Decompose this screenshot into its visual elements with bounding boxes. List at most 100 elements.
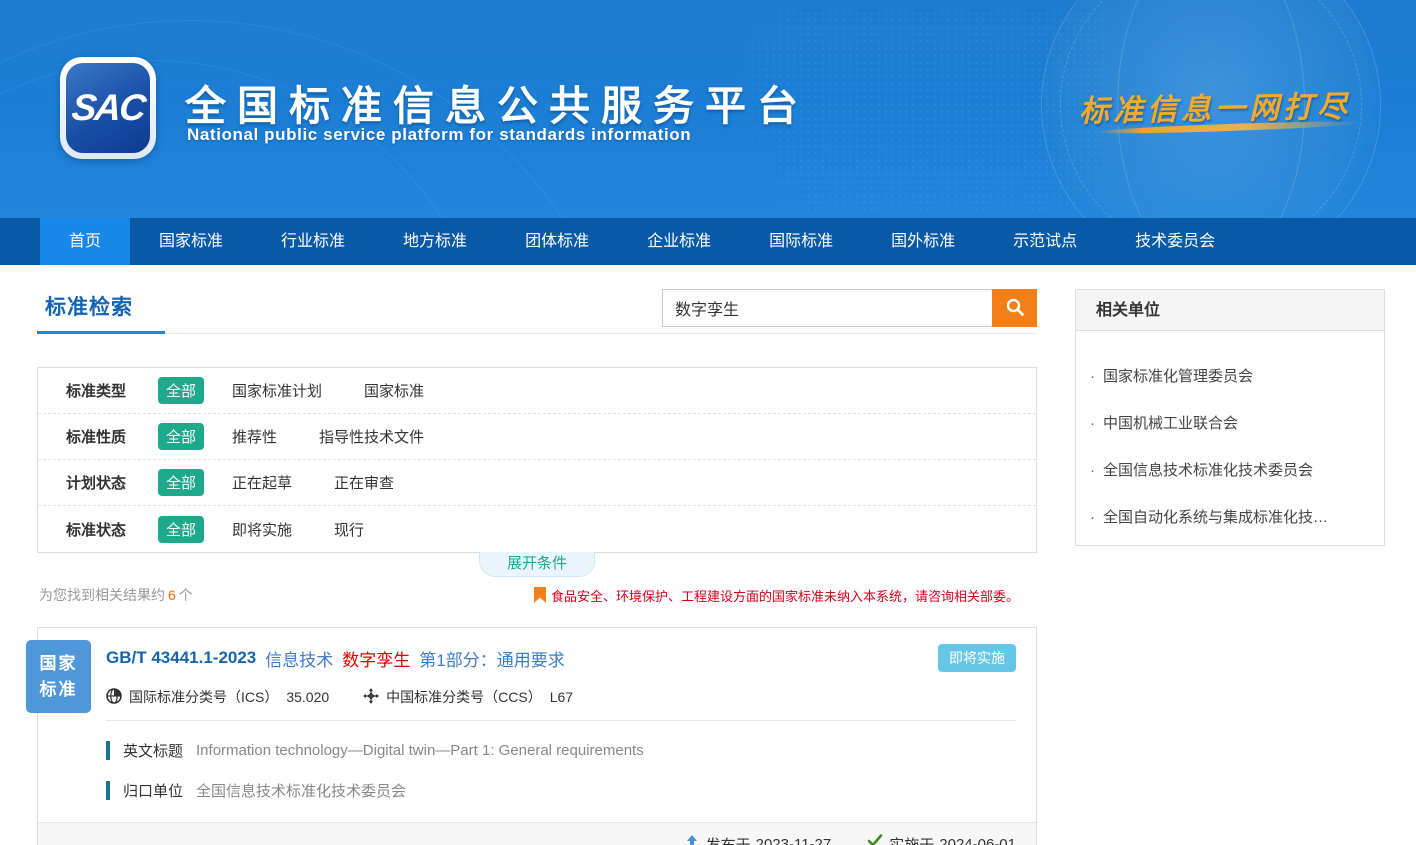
- implement-label: 实施于: [889, 834, 934, 845]
- result-count-prefix: 为您找到相关结果约: [39, 587, 165, 603]
- search-header: 标准检索: [37, 289, 1037, 359]
- publish-date: 2023-11-27: [756, 836, 832, 845]
- globe-icon: [106, 688, 129, 707]
- related-unit-link[interactable]: 全国信息技术标准化技术委员会: [1090, 459, 1366, 480]
- standard-result-card: 国家 标准 GB/T 43441.1-2023 信息技术 数字孪生 第1部分：通…: [37, 627, 1037, 845]
- result-count-number: 6: [168, 587, 176, 603]
- implement-date: 2024-06-01: [939, 836, 1016, 845]
- related-unit-link[interactable]: 国家标准化管理委员会: [1090, 365, 1366, 386]
- detail-bar: [106, 741, 110, 760]
- filter-all-button[interactable]: 全部: [158, 469, 204, 496]
- main-column: 标准检索 标准类型 全部 国家标准计划 国家标准 标准性质: [37, 289, 1037, 845]
- title-divider-accent: [37, 331, 165, 334]
- nav-tab-enterprise-standards[interactable]: 企业标准: [618, 218, 740, 265]
- site-subtitle: National public service platform for sta…: [187, 125, 691, 145]
- related-units-box: 相关单位 国家标准化管理委员会 中国机械工业联合会 全国信息技术标准化技术委员会…: [1075, 289, 1385, 546]
- nav-tab-industry-standards[interactable]: 行业标准: [252, 218, 374, 265]
- card-body: GB/T 43441.1-2023 信息技术 数字孪生 第1部分：通用要求 即将…: [38, 628, 1036, 801]
- filter-row-standard-status: 标准状态 全部 即将实施 现行: [38, 506, 1036, 552]
- english-title-row: 英文标题 Information technology—Digital twin…: [106, 740, 1016, 761]
- sac-logo-text: SAC: [70, 87, 147, 129]
- related-unit-link[interactable]: 中国机械工业联合会: [1090, 412, 1366, 433]
- ics-label: 国际标准分类号（ICS）: [129, 687, 278, 707]
- standard-code-link[interactable]: GB/T 43441.1-2023: [106, 648, 256, 668]
- nav-tab-international-standards[interactable]: 国际标准: [740, 218, 862, 265]
- filter-panel: 标准类型 全部 国家标准计划 国家标准 标准性质 全部 推荐性 指导性技术文件 …: [37, 367, 1037, 553]
- filter-all-button[interactable]: 全部: [158, 516, 204, 543]
- filter-label: 标准性质: [66, 426, 158, 447]
- filter-option[interactable]: 推荐性: [232, 426, 277, 447]
- filter-all-button[interactable]: 全部: [158, 377, 204, 404]
- card-meta-row: 国际标准分类号（ICS） 35.020 中国标准分类号（CCS） L67: [106, 687, 1016, 707]
- standard-title-highlight[interactable]: 数字孪生: [342, 646, 410, 671]
- result-count-suffix: 个: [179, 587, 193, 603]
- filter-row-standard-type: 标准类型 全部 国家标准计划 国家标准: [38, 368, 1036, 414]
- search-box: [662, 289, 1037, 327]
- related-units-list: 国家标准化管理委员会 中国机械工业联合会 全国信息技术标准化技术委员会 全国自动…: [1076, 331, 1384, 545]
- filter-row-plan-status: 计划状态 全部 正在起草 正在审查: [38, 460, 1036, 506]
- committee-value: 全国信息技术标准化技术委员会: [196, 780, 406, 801]
- search-button[interactable]: [992, 289, 1037, 327]
- nav-tab-group-standards[interactable]: 团体标准: [496, 218, 618, 265]
- sac-logo[interactable]: SAC: [60, 57, 156, 159]
- nav-tab-technical-committee[interactable]: 技术委员会: [1106, 218, 1244, 265]
- status-badge: 即将实施: [938, 644, 1016, 672]
- page-content: 标准检索 标准类型 全部 国家标准计划 国家标准 标准性质: [0, 265, 1416, 845]
- system-notice: 食品安全、环境保护、工程建设方面的国家标准未纳入本系统，请咨询相关部委。: [534, 586, 1037, 605]
- filter-option[interactable]: 正在起草: [232, 472, 292, 493]
- section-title: 标准检索: [45, 291, 133, 321]
- national-standard-badge[interactable]: 国家 标准: [26, 640, 91, 713]
- nav-tab-local-standards[interactable]: 地方标准: [374, 218, 496, 265]
- standard-title-part[interactable]: 信息技术: [265, 646, 333, 671]
- filter-option[interactable]: 正在审查: [334, 472, 394, 493]
- result-info-row: 为您找到相关结果约6个 食品安全、环境保护、工程建设方面的国家标准未纳入本系统，…: [37, 585, 1037, 605]
- check-icon: [867, 834, 889, 845]
- filter-label: 标准状态: [66, 519, 158, 540]
- nav-tab-pilot[interactable]: 示范试点: [984, 218, 1106, 265]
- standard-title-rest[interactable]: 第1部分：通用要求: [419, 646, 564, 671]
- sidebar: 相关单位 国家标准化管理委员会 中国机械工业联合会 全国信息技术标准化技术委员会…: [1075, 289, 1385, 845]
- detail-bar: [106, 781, 110, 800]
- main-navigation: 首页 国家标准 行业标准 地方标准 团体标准 企业标准 国际标准 国外标准 示范…: [0, 218, 1416, 265]
- committee-row: 归口单位 全国信息技术标准化技术委员会: [106, 780, 1016, 801]
- filter-label: 标准类型: [66, 380, 158, 401]
- nav-tab-national-standards[interactable]: 国家标准: [130, 218, 252, 265]
- result-count: 为您找到相关结果约6个: [37, 585, 193, 605]
- notice-text: 食品安全、环境保护、工程建设方面的国家标准未纳入本系统，请咨询相关部委。: [551, 586, 1019, 605]
- related-unit-link[interactable]: 全国自动化系统与集成标准化技…: [1090, 506, 1366, 527]
- card-divider: [106, 720, 1016, 721]
- bookmark-icon: [534, 587, 546, 603]
- filter-option[interactable]: 国家标准: [364, 380, 424, 401]
- expand-conditions-button[interactable]: 展开条件: [479, 552, 595, 577]
- publish-icon: [684, 834, 706, 845]
- card-footer: 发布于 2023-11-27 实施于 2024-06-01: [38, 822, 1036, 845]
- ics-value: 35.020: [286, 689, 329, 705]
- site-banner: SAC 全国标准信息公共服务平台 National public service…: [0, 0, 1416, 218]
- nav-tab-foreign-standards[interactable]: 国外标准: [862, 218, 984, 265]
- compass-icon: [363, 688, 386, 707]
- search-icon: [1005, 297, 1025, 320]
- ccs-label: 中国标准分类号（CCS）: [386, 687, 542, 707]
- badge-line1: 国家: [26, 651, 91, 677]
- publish-label: 发布于: [706, 834, 751, 845]
- filter-all-button[interactable]: 全部: [158, 423, 204, 450]
- related-units-title: 相关单位: [1076, 290, 1384, 331]
- filter-label: 计划状态: [66, 472, 158, 493]
- nav-tab-home[interactable]: 首页: [40, 218, 130, 265]
- publish-date-item: 发布于 2023-11-27: [684, 834, 832, 845]
- filter-option[interactable]: 现行: [334, 519, 364, 540]
- badge-line2: 标准: [26, 677, 91, 703]
- filter-option[interactable]: 指导性技术文件: [319, 426, 424, 447]
- english-title-value: Information technology—Digital twin—Part…: [196, 742, 644, 759]
- implement-date-item: 实施于 2024-06-01: [867, 834, 1016, 845]
- search-input[interactable]: [662, 289, 992, 327]
- filter-row-standard-nature: 标准性质 全部 推荐性 指导性技术文件: [38, 414, 1036, 460]
- filter-option[interactable]: 国家标准计划: [232, 380, 322, 401]
- committee-label: 归口单位: [123, 780, 183, 801]
- title-divider: [37, 333, 1037, 334]
- expand-wrap: 展开条件: [37, 553, 1037, 579]
- english-title-label: 英文标题: [123, 740, 183, 761]
- card-title-row: GB/T 43441.1-2023 信息技术 数字孪生 第1部分：通用要求 即将…: [106, 644, 1016, 672]
- ccs-value: L67: [550, 689, 573, 705]
- filter-option[interactable]: 即将实施: [232, 519, 292, 540]
